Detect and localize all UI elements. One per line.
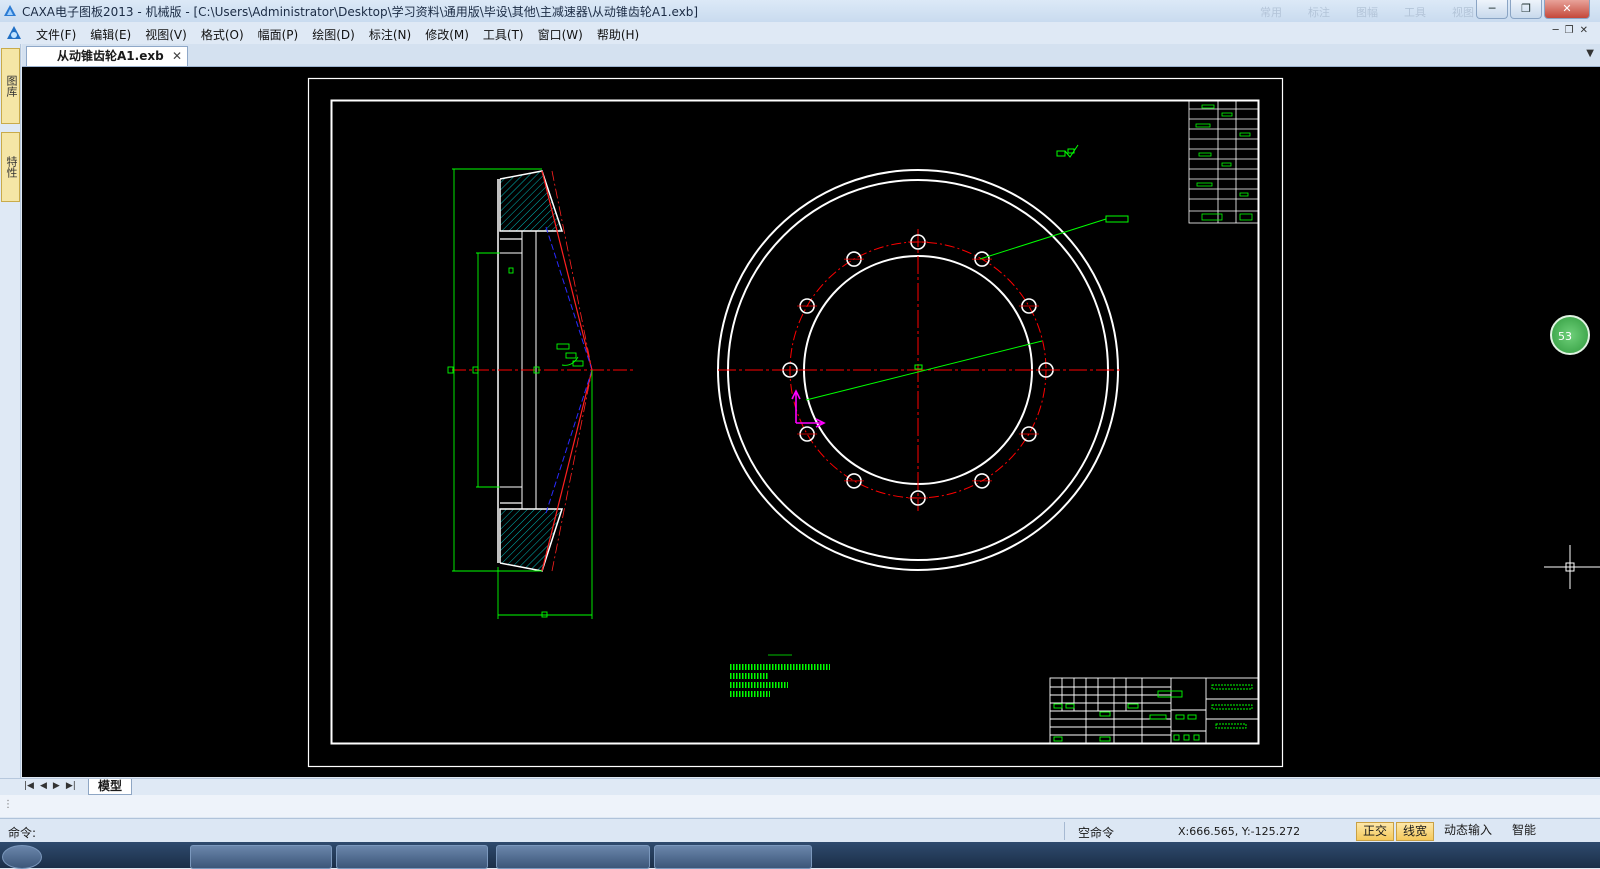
taskbar-item[interactable] [190, 845, 332, 869]
menu-tools[interactable]: 工具(T) [483, 26, 524, 43]
drawing-canvas[interactable]: 53 [22, 67, 1600, 777]
menu-draw[interactable]: 绘图(D) [312, 26, 355, 43]
menu-format[interactable]: 格式(O) [201, 26, 244, 43]
caxa-menu-logo-icon[interactable] [4, 24, 24, 42]
menu-bar: 文件(F) 编辑(E) 视图(V) 格式(O) 幅面(P) 绘图(D) 标注(N… [0, 22, 1600, 44]
os-taskbar [0, 842, 1600, 869]
cad-drawing [307, 77, 1600, 768]
last-tab-icon[interactable]: ▶| [66, 781, 76, 791]
ribbon-tab[interactable]: 标注 [1308, 4, 1330, 20]
gear-front-view [717, 169, 1129, 571]
doc-restore-button[interactable]: ❐ [1565, 25, 1574, 36]
ribbon-tabs-ghost: 常用 标注 图幅 工具 视图 [1260, 4, 1474, 20]
current-command: 空命令 [1078, 826, 1115, 840]
notification-badge[interactable]: 53 [1550, 315, 1590, 355]
roughness-symbol [1056, 144, 1079, 158]
doc-minimize-button[interactable]: ─ [1553, 25, 1559, 36]
grip-icon: ⋮ [3, 799, 13, 810]
menu-file[interactable]: 文件(F) [36, 26, 76, 43]
document-tab[interactable]: 从动锥齿轮A1.exb ✕ [26, 46, 188, 66]
status-divider [1064, 822, 1065, 840]
caxa-app-icon[interactable] [2, 3, 18, 19]
command-prompt[interactable]: 命令: [8, 824, 36, 841]
ribbon-tab[interactable]: 图幅 [1356, 4, 1378, 20]
library-dock-tab[interactable]: 图库 [1, 48, 20, 124]
window-title: CAXA电子图板2013 - 机械版 - [C:\Users\Administr… [22, 5, 699, 19]
command-line-area[interactable]: ⋮ [0, 795, 1600, 817]
document-tab-strip: 从动锥齿轮A1.exb ✕ ▼ [22, 44, 1600, 67]
document-window-controls: ─ ❐ ✕ [1553, 25, 1588, 36]
ortho-toggle[interactable]: 正交 [1356, 822, 1394, 841]
window-controls: ─ ❐ ✕ [1474, 0, 1590, 20]
taskbar-item[interactable] [654, 845, 812, 869]
menu-modify[interactable]: 修改(M) [425, 26, 469, 43]
document-tab-label: 从动锥齿轮A1.exb [57, 49, 164, 63]
start-button[interactable] [2, 845, 42, 869]
properties-dock-tab[interactable]: 特性 [1, 132, 20, 202]
layout-tab-navigation: |◀ ◀ ▶ ▶| [24, 781, 76, 791]
properties-dock-label: 特性 [5, 156, 18, 178]
ribbon-tab[interactable]: 工具 [1404, 4, 1426, 20]
next-tab-icon[interactable]: ▶ [53, 781, 60, 791]
lineweight-toggle[interactable]: 线宽 [1396, 822, 1434, 841]
model-tab[interactable]: 模型 [88, 779, 132, 795]
sheet-inner-frame [330, 99, 1260, 745]
title-bar: CAXA电子图板2013 - 机械版 - [C:\Users\Administr… [0, 0, 1600, 23]
doc-close-button[interactable]: ✕ [1580, 25, 1588, 36]
taskbar-item[interactable] [336, 845, 488, 869]
crosshair-cursor-icon [1544, 545, 1600, 589]
menu-items: 文件(F) 编辑(E) 视图(V) 格式(O) 幅面(P) 绘图(D) 标注(N… [36, 26, 653, 43]
restore-button[interactable]: ❐ [1510, 0, 1542, 19]
ribbon-tab[interactable]: 常用 [1260, 4, 1282, 20]
status-bar: 命令: 空命令 X:666.565, Y:-125.272 正交 线宽 动态输入… [0, 818, 1600, 843]
menu-edit[interactable]: 编辑(E) [90, 26, 131, 43]
taskbar-item[interactable] [496, 845, 650, 869]
smart-snap-toggle[interactable]: 智能 [1504, 822, 1544, 839]
gear-section-view [447, 168, 634, 619]
technical-requirements [730, 654, 830, 697]
layout-tab-strip: |◀ ◀ ▶ ▶| 模型 [0, 778, 1600, 795]
gear-parameter-table [1188, 100, 1259, 224]
ribbon-tab[interactable]: 视图 [1452, 4, 1474, 20]
menu-dimension[interactable]: 标注(N) [369, 26, 411, 43]
menu-help[interactable]: 帮助(H) [597, 26, 639, 43]
prev-tab-icon[interactable]: ◀ [40, 781, 47, 791]
left-dock-panel: 图库 特性 [0, 44, 21, 778]
cursor-coordinates: X:666.565, Y:-125.272 [1178, 825, 1301, 838]
close-tab-icon[interactable]: ✕ [172, 47, 182, 66]
first-tab-icon[interactable]: |◀ [24, 781, 34, 791]
minimize-button[interactable]: ─ [1476, 0, 1508, 19]
library-dock-label: 图库 [5, 75, 18, 97]
menu-sheet[interactable]: 幅面(P) [258, 26, 299, 43]
title-block [1049, 677, 1259, 744]
close-button[interactable]: ✕ [1544, 0, 1590, 19]
tab-list-dropdown-icon[interactable]: ▼ [1586, 48, 1594, 59]
menu-view[interactable]: 视图(V) [145, 26, 187, 43]
dynamic-input-toggle[interactable]: 动态输入 [1440, 822, 1496, 839]
menu-window[interactable]: 窗口(W) [538, 26, 583, 43]
